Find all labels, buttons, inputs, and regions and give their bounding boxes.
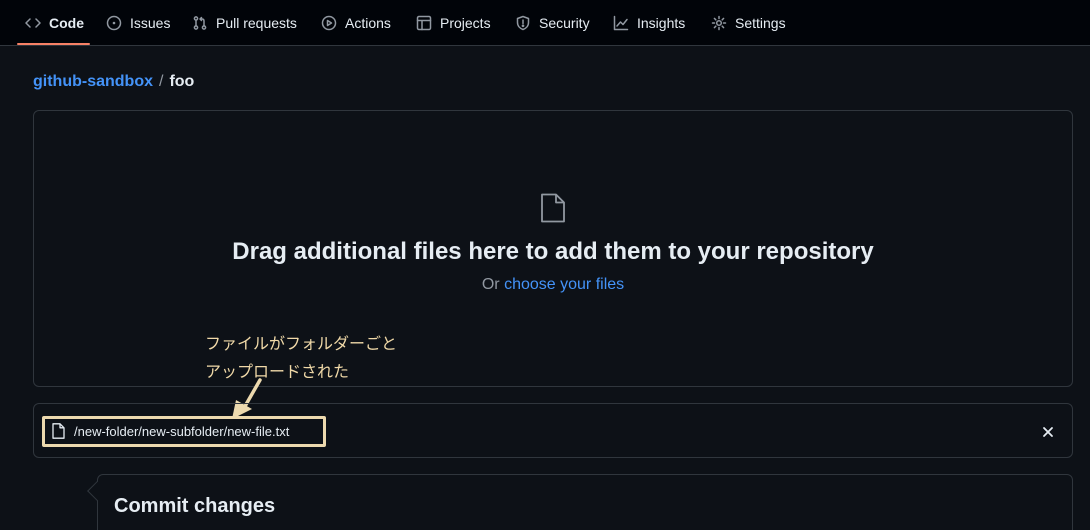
breadcrumb-separator: / <box>158 73 164 90</box>
breadcrumb: github-sandbox / foo <box>33 73 194 91</box>
pull-request-icon <box>193 15 207 30</box>
tab-label: Issues <box>130 14 171 31</box>
repo-nav: Code Issues Pull requests Actions Projec… <box>0 0 1090 46</box>
commit-title: Commit changes <box>114 495 276 517</box>
tab-label: Security <box>539 14 590 31</box>
annotation-line: ファイルがフォルダーごと <box>205 334 398 353</box>
active-tab-indicator <box>17 43 90 45</box>
shield-icon <box>516 15 530 30</box>
file-icon <box>541 193 565 223</box>
tab-projects[interactable]: Projects <box>416 0 491 45</box>
tab-label: Projects <box>440 14 491 31</box>
issue-icon <box>106 15 122 30</box>
play-icon <box>321 15 337 30</box>
dropzone-title: Drag additional files here to add them t… <box>232 238 874 265</box>
tab-label: Actions <box>345 14 391 31</box>
tab-label: Code <box>49 14 84 31</box>
dropzone-subtitle: Or choose your files <box>33 276 1073 294</box>
remove-file-close-icon[interactable] <box>1040 424 1056 440</box>
graph-icon <box>613 15 629 30</box>
code-icon <box>25 17 41 28</box>
gear-icon <box>711 15 727 30</box>
file-icon <box>52 423 65 439</box>
table-icon <box>416 15 432 30</box>
tab-label: Insights <box>637 14 686 31</box>
tab-issues[interactable]: Issues <box>106 0 170 45</box>
tab-actions[interactable]: Actions <box>321 0 391 45</box>
tab-pull-requests[interactable]: Pull requests <box>192 0 297 45</box>
tab-code[interactable]: Code <box>25 0 84 45</box>
tab-security[interactable]: Security <box>515 0 590 45</box>
tab-settings[interactable]: Settings <box>711 0 786 45</box>
uploaded-file-path: /new-folder/new-subfolder/new-file.txt <box>74 424 290 439</box>
tab-insights[interactable]: Insights <box>613 0 685 45</box>
tab-label: Settings <box>735 14 786 31</box>
breadcrumb-current: foo <box>169 73 195 90</box>
choose-files-link[interactable]: choose your files <box>504 276 624 293</box>
tab-label: Pull requests <box>216 14 297 31</box>
breadcrumb-repo-link[interactable]: github-sandbox <box>33 73 153 91</box>
dropzone-or-text: Or <box>481 276 500 293</box>
